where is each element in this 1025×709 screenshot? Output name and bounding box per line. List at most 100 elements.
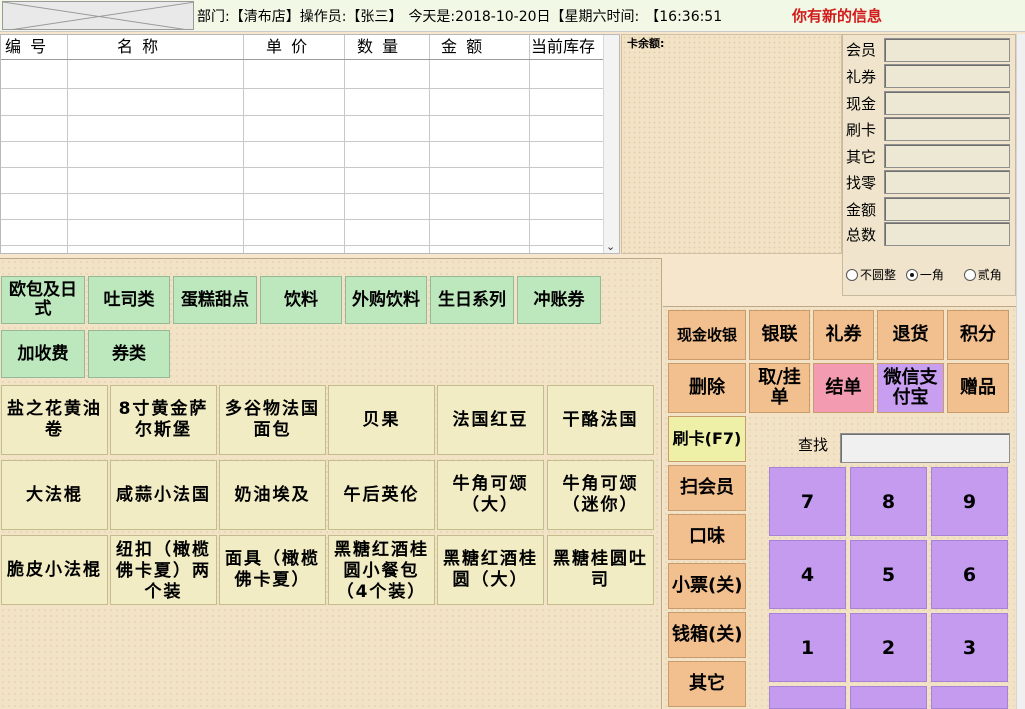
product-label: 脆皮小法棍: [7, 559, 102, 580]
product-button[interactable]: 咸蒜小法国: [110, 460, 217, 530]
scan-member-button[interactable]: 扫会员: [668, 465, 746, 511]
amount-field[interactable]: [884, 197, 1010, 221]
product-button[interactable]: 奶油埃及: [219, 460, 326, 530]
delete-button[interactable]: 删除: [668, 363, 746, 413]
category-cake-dessert[interactable]: 蛋糕甜点: [173, 276, 257, 324]
product-button[interactable]: 午后英伦: [328, 460, 435, 530]
category-offset-coupon[interactable]: 冲账券: [517, 276, 601, 324]
keypad-1-button[interactable]: 1: [769, 613, 846, 682]
keypad-row-4-button[interactable]: [931, 686, 1008, 709]
search-label: 查找: [798, 436, 829, 454]
keypad-4-button[interactable]: 4: [769, 540, 846, 609]
rounding-options: 不圆整 一角 贰角: [846, 266, 1008, 284]
coupon-field[interactable]: [884, 64, 1010, 88]
unionpay-button[interactable]: 银联: [749, 310, 810, 360]
product-button[interactable]: 牛角可颂（迷你）: [547, 460, 654, 530]
product-button[interactable]: 8寸黄金萨尔斯堡: [110, 385, 217, 455]
keypad-8-button[interactable]: 8: [850, 467, 927, 536]
category-surcharge[interactable]: 加收费: [1, 330, 85, 378]
take-hold-button[interactable]: 取/挂单: [749, 363, 810, 413]
product-button[interactable]: 面具（橄榄佛卡夏）: [219, 535, 326, 605]
keypad-5-button[interactable]: 5: [850, 540, 927, 609]
flavor-button[interactable]: 口味: [668, 514, 746, 560]
amount-label: 金额: [846, 201, 877, 219]
product-button[interactable]: 黑糖红酒桂圆小餐包（4个装）: [328, 535, 435, 605]
product-button[interactable]: 黑糖红酒桂圆（大）: [437, 535, 544, 605]
radio-unchecked-icon: [846, 268, 858, 281]
column-header-code[interactable]: 编 号: [5, 35, 48, 59]
category-vouchers[interactable]: 券类: [88, 330, 170, 378]
keypad-6-button[interactable]: 6: [931, 540, 1008, 609]
chevron-down-icon[interactable]: ⌄: [606, 240, 615, 253]
column-header-stock[interactable]: 当前库存: [531, 35, 595, 59]
product-button[interactable]: 法国红豆: [437, 385, 544, 455]
total-field[interactable]: [884, 222, 1010, 246]
product-label: 黑糖红酒桂圆（大）: [443, 549, 538, 590]
card-field[interactable]: [884, 117, 1010, 141]
product-label: 8寸黄金萨尔斯堡: [118, 399, 209, 440]
swipe-card-button[interactable]: 刷卡(F7): [668, 416, 746, 462]
rounding-one-jiao-label: 一角: [919, 268, 944, 282]
radio-unchecked-icon: [963, 268, 976, 281]
time-label: 时间:: [606, 9, 640, 25]
category-drinks[interactable]: 饮料: [260, 276, 342, 324]
product-button[interactable]: 纽扣（橄榄佛卡夏）两个装: [110, 535, 217, 605]
keypad-3-button[interactable]: 3: [931, 613, 1008, 682]
column-header-qty[interactable]: 数 量: [357, 35, 400, 59]
product-button[interactable]: 脆皮小法棍: [1, 535, 108, 605]
member-field[interactable]: [884, 38, 1010, 62]
date-label: 今天是:: [408, 9, 456, 25]
category-birthday[interactable]: 生日系列: [430, 276, 514, 324]
window-scrollbar[interactable]: [1016, 34, 1025, 709]
column-header-name[interactable]: 名 称: [117, 35, 160, 59]
receipt-toggle-button[interactable]: 小票(关): [668, 563, 746, 609]
dept-value: 【清布店】: [229, 9, 300, 25]
rounding-none-radio[interactable]: 不圆整: [846, 266, 896, 283]
weekday-text: 【星期六: [550, 9, 607, 25]
product-button[interactable]: 牛角可颂（大）: [437, 460, 544, 530]
product-button[interactable]: 多谷物法国面包: [219, 385, 326, 455]
new-message-alert[interactable]: 你有新的信息: [792, 5, 882, 26]
coupon-button[interactable]: 礼券: [813, 310, 874, 360]
settle-button[interactable]: 结单: [813, 363, 874, 413]
cash-checkout-button[interactable]: 现金收银: [668, 310, 746, 360]
rounding-one-jiao-radio[interactable]: 一角: [905, 266, 944, 283]
product-button[interactable]: 贝果: [328, 385, 435, 455]
grid-scrollbar[interactable]: ⌄: [603, 35, 619, 253]
dept-label: 部门:: [197, 9, 230, 25]
column-header-price[interactable]: 单 价: [266, 35, 309, 59]
rounding-none-label: 不圆整: [860, 268, 897, 282]
keypad-row-4-button[interactable]: [850, 686, 927, 709]
category-external-drinks[interactable]: 外购饮料: [345, 276, 427, 324]
product-label: 午后英伦: [343, 484, 420, 505]
order-grid[interactable]: 编 号 名 称 单 价 数 量 金 额 当前库存 ⌄: [0, 34, 620, 254]
product-button[interactable]: 盐之花黄油卷: [1, 385, 108, 455]
total-label: 总数: [846, 226, 877, 244]
product-button[interactable]: 黑糖桂圆吐司: [547, 535, 654, 605]
change-field[interactable]: [884, 170, 1010, 194]
product-button[interactable]: 大法棍: [1, 460, 108, 530]
operator-value: 【张三】: [346, 9, 403, 25]
keypad-2-button[interactable]: 2: [850, 613, 927, 682]
cash-field[interactable]: [884, 91, 1010, 115]
other-button[interactable]: 其它: [668, 661, 746, 707]
date-value: 2018-10-20日: [455, 9, 551, 25]
rounding-two-jiao-radio[interactable]: 贰角: [963, 266, 1002, 283]
category-european-japanese[interactable]: 欧包及日式: [1, 276, 85, 324]
radio-checked-icon: [905, 268, 918, 281]
product-button[interactable]: 干酪法国: [547, 385, 654, 455]
column-header-amount[interactable]: 金 额: [441, 35, 484, 59]
gift-button[interactable]: 赠品: [947, 363, 1009, 413]
points-button[interactable]: 积分: [947, 310, 1009, 360]
search-input[interactable]: [840, 433, 1010, 463]
category-toast[interactable]: 吐司类: [88, 276, 170, 324]
cash-drawer-toggle-button[interactable]: 钱箱(关): [668, 612, 746, 658]
keypad-row-4-button[interactable]: [769, 686, 846, 709]
product-label: 多谷物法国面包: [225, 399, 320, 440]
wechat-alipay-button[interactable]: 微信支付宝: [877, 363, 944, 413]
other-field[interactable]: [884, 144, 1010, 168]
keypad-7-button[interactable]: 7: [769, 467, 846, 536]
keypad-9-button[interactable]: 9: [931, 467, 1008, 536]
operator-label: 操作员:: [299, 9, 347, 25]
refund-button[interactable]: 退货: [877, 310, 944, 360]
